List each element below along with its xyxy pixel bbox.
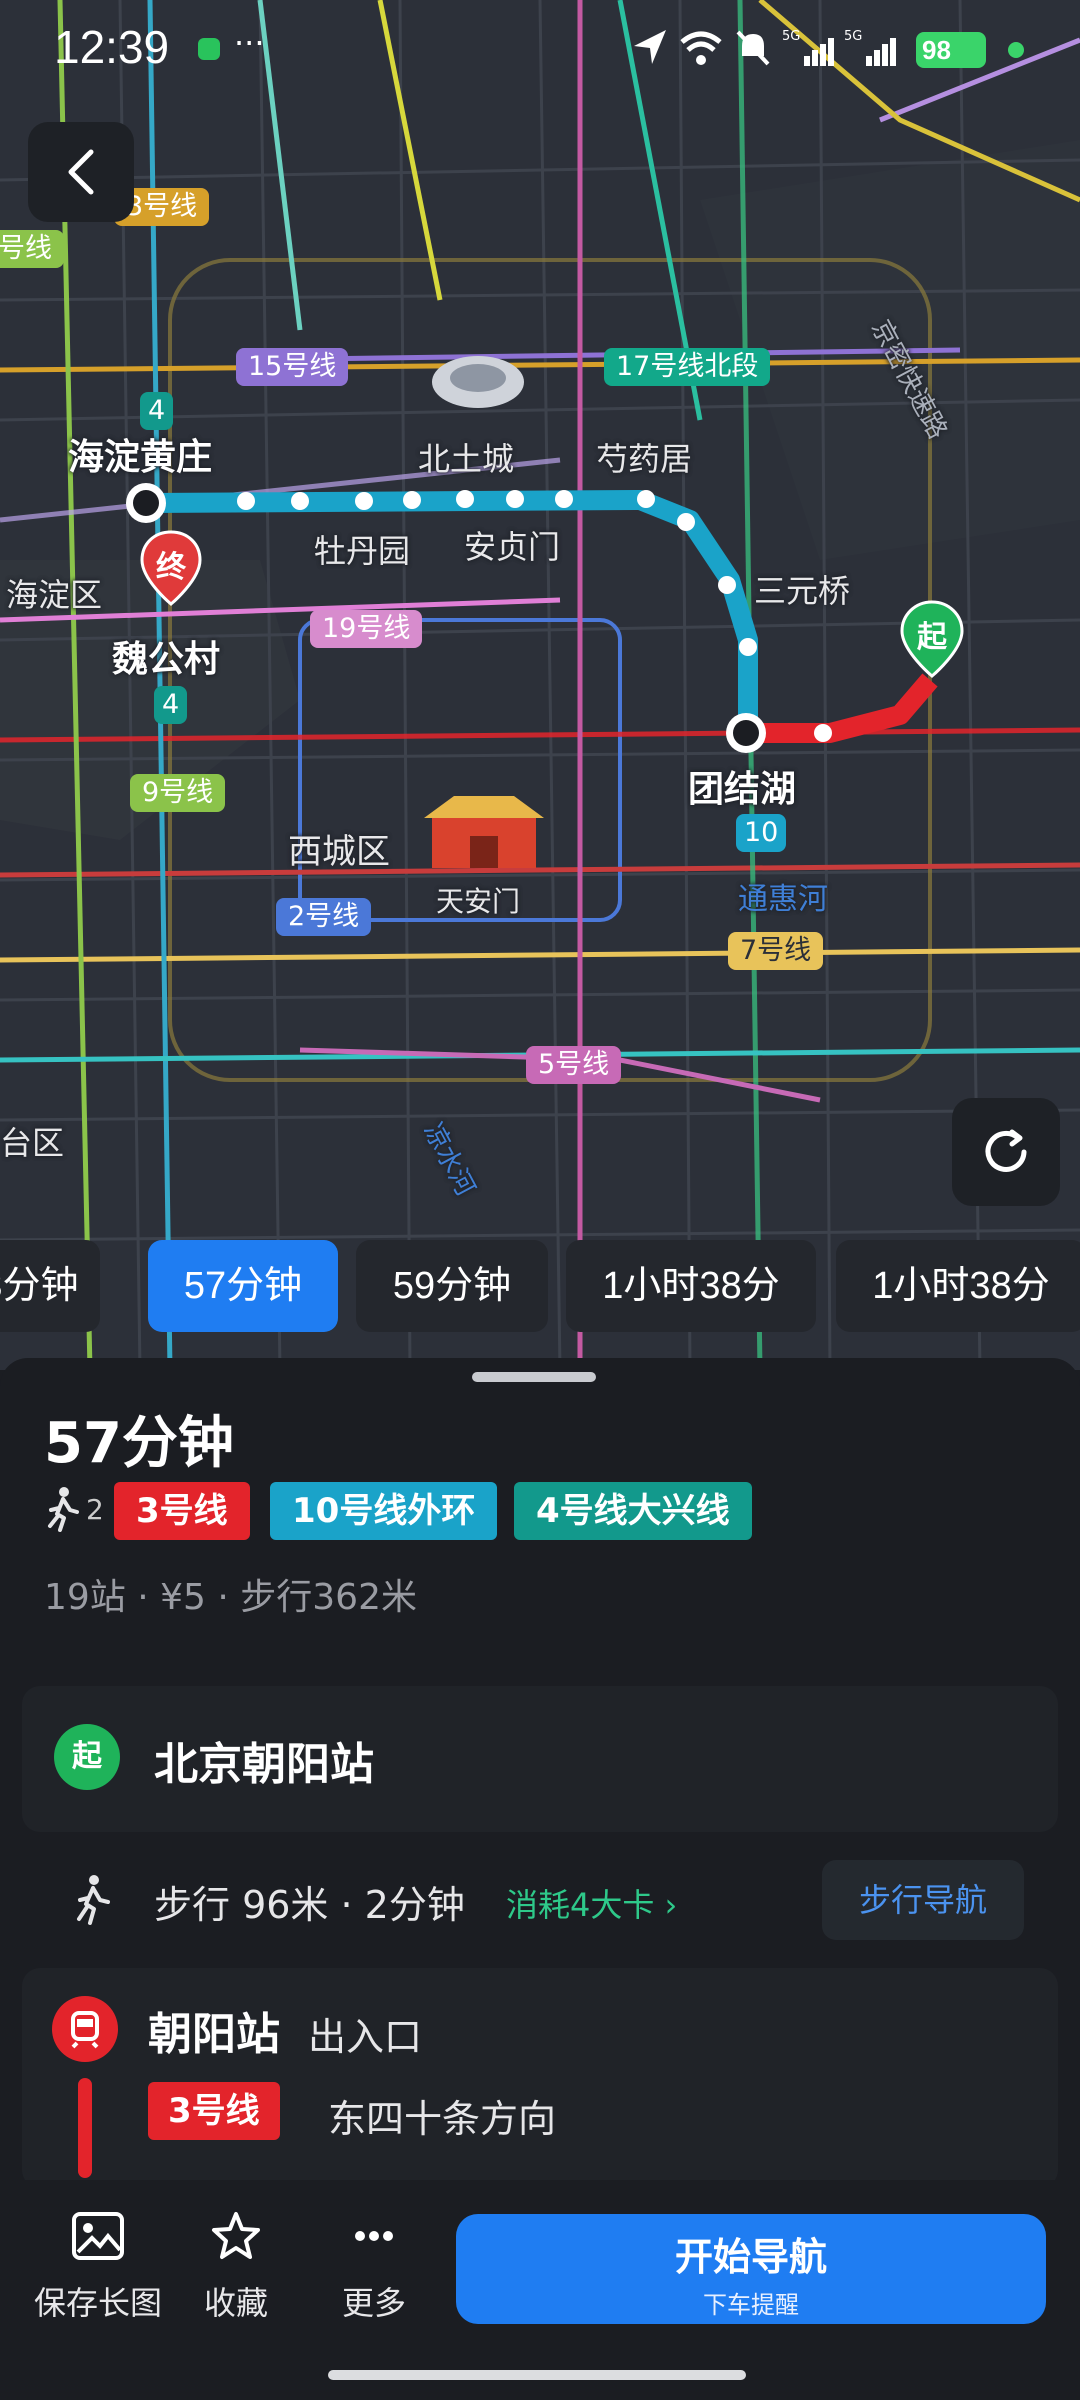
signal-5g-icon-2: 5G [844,29,896,66]
more-button[interactable]: 更多 [304,2210,444,2324]
walk-calories-link[interactable]: 消耗4大卡 › [506,1880,677,1926]
start-marker[interactable]: 起 [900,600,964,682]
start-station-card[interactable]: 起 北京朝阳站 [22,1686,1058,1832]
route-option-2[interactable]: 57分钟 [148,1240,338,1332]
start-navigation-button[interactable]: 开始导航 下车提醒 [456,2214,1046,2324]
line-tag-5: 5号线 [526,1046,622,1084]
route-option-4[interactable]: 1小时38分 [566,1240,816,1332]
subway-train-icon [71,2011,99,2049]
battery-indicator: 98 [916,32,986,68]
map-label-tuanjiehu: 团结湖 [688,769,797,810]
route-option-3[interactable]: 59分钟 [356,1240,548,1332]
map-label-mudanyuan: 牡丹园 [314,532,411,570]
save-long-image-label: 保存长图 [33,2284,162,2322]
bottom-action-bar: 保存长图 收藏 更多 开始导航 下车提醒 [0,2180,1080,2360]
line-tag-4a: 4 [140,392,174,430]
drag-handle[interactable] [472,1372,596,1382]
start-badge: 起 [54,1724,120,1790]
route-duration: 57分钟 [44,1411,234,1476]
route-option-5[interactable]: 1小时38分 [836,1240,1080,1332]
walk-step-text: 步行 96米 · 2分钟 [154,1883,465,1927]
signal-5g-icon-1: 5G [782,29,834,66]
end-marker[interactable]: 终 [140,530,202,610]
more-label: 更多 [341,2284,406,2322]
metro-step-card[interactable]: 朝阳站 出入口 3号线 东四十条方向 [22,1968,1058,2188]
map-view[interactable]: 海淀黄庄 北土城 芍药居 牡丹园 安贞门 海淀区 魏公村 三元桥 团结湖 西城区… [0,0,1080,1370]
walking-icon [48,1487,79,1532]
location-icon [634,30,666,64]
star-icon [212,2212,260,2259]
image-icon [72,2212,124,2260]
line-badge-4: 4号线大兴线 [514,1482,752,1540]
map-label-weigongcun: 魏公村 [112,639,221,680]
refresh-button[interactable] [952,1098,1060,1206]
map-label-tonghuihe: 通惠河 [738,882,828,917]
wifi-icon [680,31,722,65]
privacy-dot-icon [1008,42,1024,58]
walk-navigation-button[interactable]: 步行导航 [822,1860,1024,1940]
start-marker-label: 起 [917,620,947,655]
svg-text:5G: 5G [782,29,800,44]
end-marker-label: 终 [156,550,186,585]
line-tag-4b: 4 [154,686,188,724]
metro-line-badge: 3号线 [148,2082,280,2140]
metro-route-bar [78,2078,92,2178]
chevron-left-icon [68,149,94,195]
walk-segments-count: 2 [86,1492,104,1526]
start-station-name: 北京朝阳站 [154,1739,374,1790]
map-label-haidianqu: 海淀区 [6,576,103,614]
svg-text:5G: 5G [844,29,862,44]
refresh-icon [985,1129,1027,1172]
line-tag-15: 15号线 [236,348,349,386]
line-badge-3: 3号线 [114,1482,250,1540]
line-tag-17: 17号线北段 [604,348,771,386]
map-label-xichengqu: 西城区 [288,832,390,872]
line-badge-10: 10号线外环 [270,1482,498,1540]
line-tag-9: 9号线 [130,774,226,812]
status-time: 12:39 [54,21,170,73]
map-label-anzhenmen: 安贞门 [464,528,561,566]
save-long-image-button[interactable]: 保存长图 [28,2210,168,2324]
more-dots-icon [355,2231,393,2241]
map-label-fengtaiqu: 台区 [0,1124,65,1162]
map-label-haidian-huangzhuang: 海淀黄庄 [68,437,213,478]
walk-step: 步行 96米 · 2分钟 消耗4大卡 › 步行导航 [0,1850,1080,1950]
walk-segments: 2 [44,1482,104,1536]
map-label-sanyuanqiao: 三元桥 [754,572,851,610]
status-bar: 12:39 ··· 5G 5G 98 [0,0,1080,96]
metro-direction: 东四十条方向 [328,2097,557,2141]
line-tag-green: 号线 [0,230,64,268]
map-label-shaoyaoju: 芍药居 [596,440,693,478]
metro-icon [52,1996,118,2062]
start-navigation-label: 开始导航 [674,2235,827,2279]
route-summary: 19站 · ¥5 · 步行362米 [44,1577,417,1618]
map-label-tiananmen: 天安门 [436,885,521,918]
more-notifications-icon: ··· [234,24,265,62]
favorite-button[interactable]: 收藏 [166,2210,306,2324]
alight-reminder-label: 下车提醒 [703,2291,799,2319]
route-option-1[interactable]: 3分钟 [0,1240,100,1332]
route-options: 3分钟 57分钟 59分钟 1小时38分 1小时38分 [0,1240,1080,1332]
mute-icon [736,30,770,66]
home-indicator[interactable] [328,2370,746,2380]
line-tag-19: 19号线 [310,610,423,648]
walking-icon [77,1875,110,1925]
metro-station-name: 朝阳站 [148,2009,280,2060]
line-tag-10: 10 [736,814,787,852]
line-tag-7: 7号线 [728,932,824,970]
message-icon [198,38,220,60]
line-tag-2: 2号线 [276,898,372,936]
back-button[interactable] [28,122,134,222]
favorite-label: 收藏 [203,2284,268,2322]
map-label-beitucheng: 北土城 [418,440,515,478]
metro-entrance: 出入口 [308,2015,423,2059]
